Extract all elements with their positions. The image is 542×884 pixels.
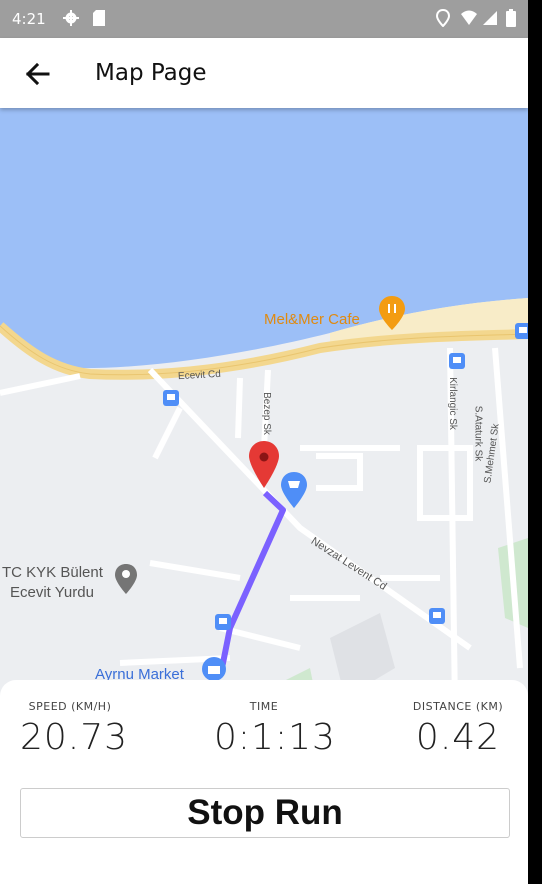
arrow-back-icon[interactable] — [20, 56, 56, 92]
time-label: TIME — [249, 700, 279, 713]
status-bar: 4:21 — [0, 0, 528, 38]
app-screen: 4:21 Map Page Mel&Mer Cafe Ecevit Cd Bez… — [0, 0, 528, 884]
map-view[interactable]: Mel&Mer Cafe Ecevit Cd Bezep Sk Kirlangi… — [0, 108, 528, 708]
speed-label: SPEED (KM/H) — [28, 700, 112, 713]
market-bag-icon[interactable] — [202, 657, 226, 681]
dorm-place-icon[interactable] — [115, 564, 137, 594]
road-label: Bezep Sk — [260, 392, 272, 435]
signal-icon — [483, 11, 497, 25]
dorm-label-line1: TC KYK Bülent — [2, 564, 103, 581]
bus-stop-icon[interactable] — [215, 614, 231, 630]
bus-stop-icon[interactable] — [515, 323, 528, 339]
settings-icon — [63, 10, 79, 26]
speed-value: 20.73 — [20, 717, 129, 758]
bus-stop-icon[interactable] — [163, 390, 179, 406]
app-bar: Map Page — [0, 38, 528, 108]
distance-value: 0.42 — [415, 717, 501, 758]
dorm-label-line2: Ecevit Yurdu — [10, 584, 94, 601]
road-label: Kirlangic Sk — [446, 377, 458, 430]
bus-stop-icon[interactable] — [429, 608, 445, 624]
battery-icon — [506, 9, 516, 27]
time-stat: TIME 0:1:13 — [214, 700, 336, 758]
sd-card-icon — [93, 10, 105, 26]
bus-stop-icon[interactable] — [449, 353, 465, 369]
shopping-cart-icon[interactable] — [281, 472, 307, 508]
distance-label: DISTANCE (KM) — [412, 700, 504, 713]
run-stats-panel: SPEED (KM/H) 20.73 TIME 0:1:13 DISTANCE … — [0, 680, 528, 884]
wifi-icon — [461, 10, 477, 25]
cafe-label: Mel&Mer Cafe — [264, 311, 360, 328]
speed-stat: SPEED (KM/H) 20.73 — [20, 700, 129, 758]
road-label: S.Ataturk Sk — [472, 405, 484, 462]
time-value: 0:1:13 — [214, 717, 336, 758]
stop-run-button[interactable]: Stop Run — [20, 788, 510, 838]
road-label: Ecevit Cd — [177, 368, 222, 383]
status-time: 4:21 — [12, 10, 46, 28]
distance-stat: DISTANCE (KM) 0.42 — [406, 700, 510, 758]
page-title: Map Page — [95, 60, 207, 86]
location-icon — [436, 9, 450, 27]
